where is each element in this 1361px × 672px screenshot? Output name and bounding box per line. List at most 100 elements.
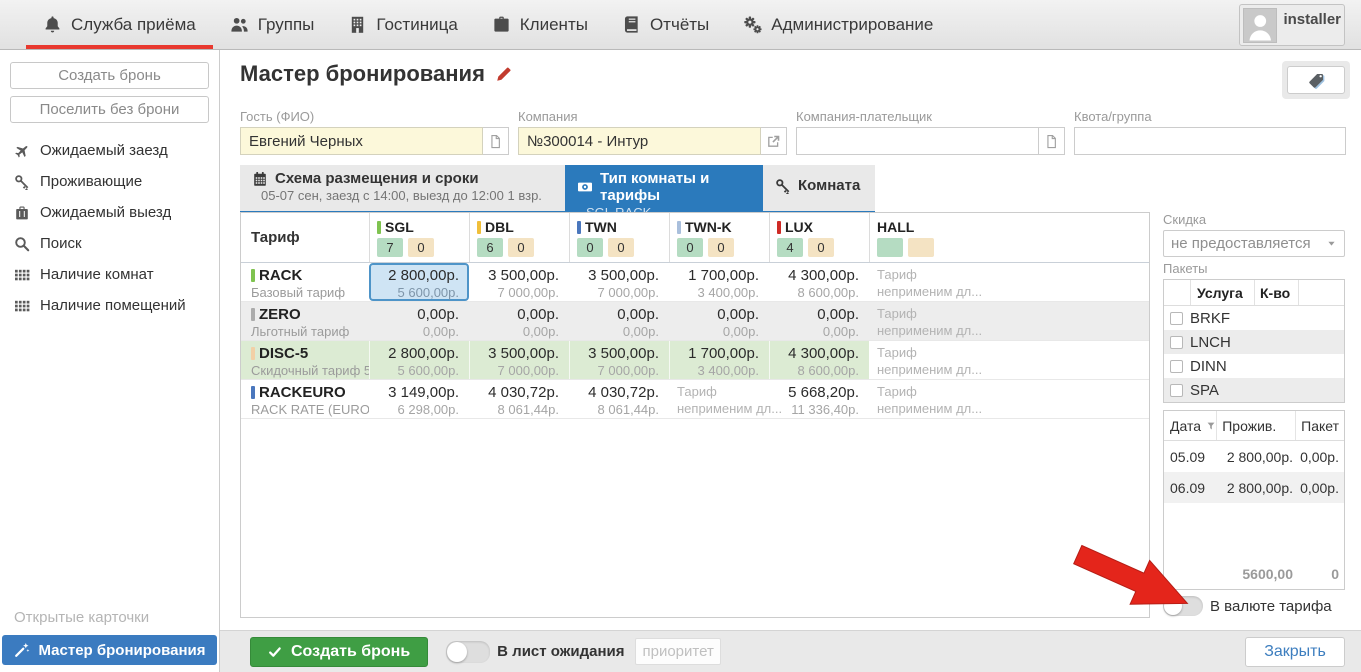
price-per-night: 1 700,00р. (670, 345, 759, 362)
tab-room[interactable]: Комната (763, 165, 875, 211)
rate-price-cell[interactable]: 0,00р.0,00р. (669, 302, 769, 340)
currency-toggle-row: В валюте тарифа (1163, 596, 1345, 616)
package-row[interactable]: BRKF (1164, 306, 1344, 330)
document-button[interactable] (483, 127, 509, 155)
tab-title: Схема размещения и сроки (252, 170, 553, 187)
package-row[interactable]: LNCH (1164, 330, 1344, 354)
price-per-night: 0,00р. (569, 306, 659, 323)
available-count-badge (877, 238, 903, 257)
rate-price-cell[interactable]: 1 700,00р.3 400,00р. (669, 341, 769, 379)
field-input[interactable] (240, 127, 483, 155)
building-icon (348, 15, 367, 34)
rate-code: DISC-5 (259, 345, 308, 362)
nav-item[interactable]: Гостиница (331, 0, 474, 49)
sidebar-item[interactable]: Поиск (0, 228, 219, 259)
package-price-cell: 0,00р. (1298, 472, 1344, 503)
sidebar-item-label: Наличие комнат (40, 266, 154, 283)
tags-button[interactable] (1287, 66, 1345, 94)
package-checkbox[interactable] (1170, 360, 1183, 373)
sidebar-item-label: Поиск (40, 235, 82, 252)
rate-name-cell[interactable]: RACKEURORACK RATE (EURO) (241, 380, 369, 418)
rate-price-cell[interactable]: 4 030,72р.8 061,44р. (469, 380, 569, 418)
rate-name-cell[interactable]: RACKБазовый тариф (241, 263, 369, 301)
document-button[interactable] (1039, 127, 1065, 155)
edit-pencil-icon[interactable] (495, 65, 513, 83)
rate-price-cell[interactable]: 5 668,20р.11 336,40р. (769, 380, 869, 418)
create-booking-button[interactable]: Создать бронь (250, 637, 428, 667)
sidebar-button[interactable]: Создать бронь (10, 62, 209, 89)
rate-price-cell[interactable]: 4 030,72р.8 061,44р. (569, 380, 669, 418)
price-per-night: 3 149,00р. (369, 384, 459, 401)
banknote-icon (577, 179, 593, 195)
person-icon (1244, 9, 1276, 42)
rate-price-cell[interactable]: 4 300,00р.8 600,00р. (769, 263, 869, 301)
suitcase-icon (14, 205, 30, 221)
sidebar-item[interactable]: Наличие помещений (0, 290, 219, 321)
price-total: 7 000,00р. (470, 363, 559, 378)
rate-not-applicable-cell: Тарифнеприменим дл... (869, 341, 969, 379)
rate-price-cell[interactable]: 3 500,00р.7 000,00р. (569, 341, 669, 379)
field-input[interactable] (518, 127, 761, 155)
user-menu[interactable]: installer (1239, 4, 1345, 46)
field-input[interactable] (1074, 127, 1346, 155)
rate-price-cell[interactable]: 2 800,00р.5 600,00р. (369, 341, 469, 379)
sidebar-item[interactable]: Проживающие (0, 166, 219, 197)
rate-name-cell[interactable]: ZEROЛьготный тариф (241, 302, 369, 340)
rate-price-cell[interactable]: 0,00р.0,00р. (469, 302, 569, 340)
nav-item[interactable]: Служба приёма (26, 0, 213, 49)
rate-code: RACKEURO (259, 384, 346, 401)
nav-item[interactable]: Отчёты (605, 0, 726, 49)
sidebar-item[interactable]: Ожидаемый заезд (0, 135, 219, 166)
open-card-booking-wizard[interactable]: Мастер бронирования (2, 635, 217, 665)
stay-price-cell: 2 800,00р. (1218, 472, 1298, 503)
filter-icon[interactable] (1206, 421, 1216, 431)
close-button[interactable]: Закрыть (1245, 637, 1345, 667)
sidebar-button[interactable]: Поселить без брони (10, 96, 209, 123)
na-line2: неприменим дл... (877, 362, 965, 379)
dates-rows: 05.092 800,00р.0,00р.06.092 800,00р.0,00… (1164, 441, 1344, 503)
discount-label: Скидка (1163, 212, 1345, 227)
room-type-color-bar (777, 221, 781, 234)
sidebar-item[interactable]: Ожидаемый выезд (0, 197, 219, 228)
sidebar-item[interactable]: Наличие комнат (0, 259, 219, 290)
waitlist-toggle[interactable] (446, 641, 490, 663)
tab-scheme[interactable]: Схема размещения и сроки05-07 сен, заезд… (240, 165, 565, 211)
na-line1: Тариф (877, 267, 965, 284)
package-checkbox[interactable] (1170, 312, 1183, 325)
dates-total-stay: 5600,00 (1218, 566, 1298, 582)
tab-rates[interactable]: Тип комнаты и тарифыSGL RACK (565, 165, 763, 211)
field-group: Гость (ФИО) (240, 109, 509, 155)
rate-price-cell[interactable]: 0,00р.0,00р. (569, 302, 669, 340)
rate-price-cell[interactable]: 3 500,00р.7 000,00р. (469, 341, 569, 379)
discount-select[interactable]: не предоставляется (1163, 230, 1345, 257)
page-title: Мастер бронирования (240, 61, 513, 87)
field-label: Компания-плательщик (796, 109, 1065, 124)
rate-price-cell[interactable]: 4 300,00р.8 600,00р. (769, 341, 869, 379)
nav-item[interactable]: Клиенты (475, 0, 605, 49)
packages-table: Услуга К-во BRKFLNCHDINNSPA (1163, 279, 1345, 403)
rate-price-cell-selected[interactable]: 2 800,00р.5 600,00р. (369, 263, 469, 301)
nav-item[interactable]: Администрирование (726, 0, 950, 49)
package-checkbox[interactable] (1170, 384, 1183, 397)
external-link-button[interactable] (761, 127, 787, 155)
package-row[interactable]: SPA (1164, 378, 1344, 402)
rate-price-cell[interactable]: 0,00р.0,00р. (369, 302, 469, 340)
nav-item[interactable]: Группы (213, 0, 332, 49)
rate-price-cell[interactable]: 0,00р.0,00р. (769, 302, 869, 340)
package-row[interactable]: DINN (1164, 354, 1344, 378)
rate-price-cell[interactable]: 3 500,00р.7 000,00р. (569, 263, 669, 301)
rate-name-cell[interactable]: DISC-5Скидочный тариф 5% (241, 341, 369, 379)
package-checkbox[interactable] (1170, 336, 1183, 349)
field-input[interactable] (796, 127, 1039, 155)
rate-price-cell[interactable]: 1 700,00р.3 400,00р. (669, 263, 769, 301)
room-type-header: DBL60 (469, 213, 569, 262)
rate-price-cell[interactable]: 3 500,00р.7 000,00р. (469, 263, 569, 301)
room-type-code: TWN (585, 219, 617, 235)
currency-toggle[interactable] (1163, 596, 1203, 616)
rate-description: RACK RATE (EURO) (251, 402, 369, 417)
rate-price-cell[interactable]: 3 149,00р.6 298,00р. (369, 380, 469, 418)
room-type-header: LUX40 (769, 213, 869, 262)
package-service-label: LNCH (1190, 334, 1231, 351)
na-line1: Тариф (877, 384, 965, 401)
bottom-bar: Создать бронь В лист ожидания приоритет … (220, 630, 1361, 672)
